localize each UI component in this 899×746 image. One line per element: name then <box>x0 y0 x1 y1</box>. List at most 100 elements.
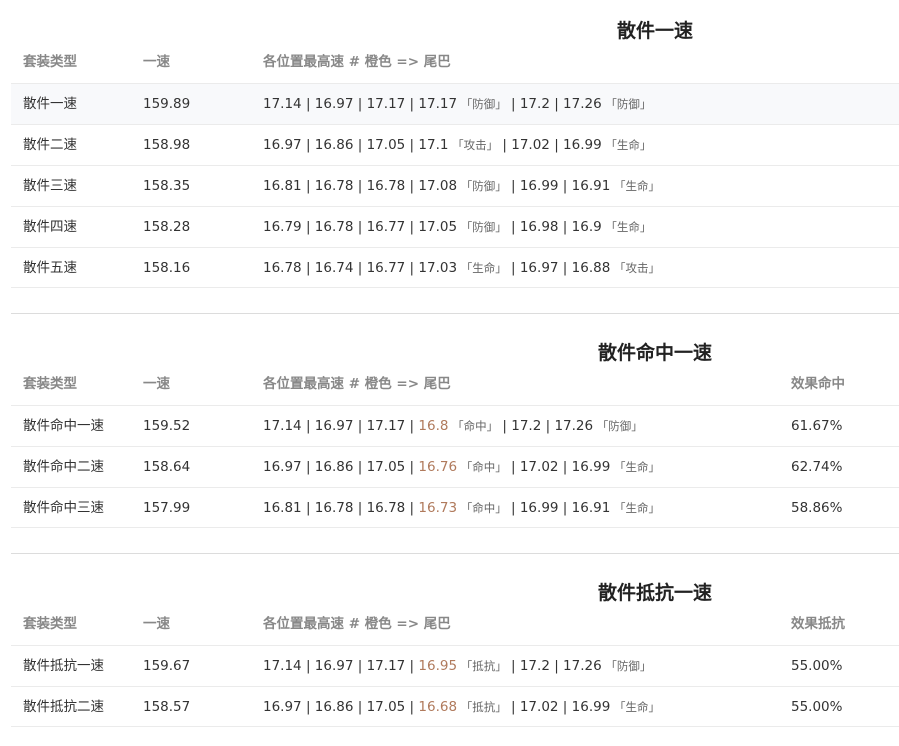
position-separator: | <box>353 500 367 516</box>
position-separator: | <box>506 658 520 674</box>
position-speed: 16.99 <box>519 178 559 194</box>
position-speed: 17.05 <box>366 699 406 715</box>
position-separator: | <box>506 219 520 235</box>
cell-type: 散件命中一速 <box>23 418 104 434</box>
position-separator: | <box>549 137 564 153</box>
cell-speed: 159.89 <box>143 96 191 112</box>
position-separator: | <box>498 418 512 434</box>
position-separator: | <box>405 96 419 112</box>
position-main-stat-tag: 「生命」 <box>457 261 507 275</box>
position-main-stat-tag: 「防御」 <box>601 659 652 673</box>
position-speed: 17.17 <box>366 96 406 112</box>
header-extra: 效果抵抗 <box>791 616 845 632</box>
position-speed: 16.97 <box>314 658 354 674</box>
position-main-stat-tag: 「抵抗」 <box>457 700 507 714</box>
header-speed: 一速 <box>143 616 170 632</box>
position-separator: | <box>506 178 520 194</box>
position-speed: 17.26 <box>563 96 602 112</box>
header-type: 套装类型 <box>23 376 77 392</box>
position-separator: | <box>301 178 315 194</box>
position-speed: 16.86 <box>314 699 354 715</box>
position-separator: | <box>353 260 367 276</box>
section-title: 散件命中一速 <box>597 342 712 364</box>
position-speed: 16.91 <box>571 500 611 516</box>
table-row: 散件一速 159.89 17.14 | 16.97 | 17.17 | 17.17 … <box>11 83 899 124</box>
position-separator: | <box>405 137 419 153</box>
cell-speed: 158.64 <box>143 459 191 475</box>
position-speed: 17.02 <box>519 459 559 475</box>
position-speed: 16.9 <box>571 219 602 235</box>
position-separator: | <box>353 137 367 153</box>
position-speed: 16.97 <box>263 137 302 153</box>
cell-type: 散件三速 <box>23 178 77 194</box>
page: 散件一速 套装类型 一速 各位置最高速 # 橙色 => 尾巴 散件一速 159.8… <box>0 0 899 746</box>
position-separator: | <box>549 96 564 112</box>
cell-speed: 159.52 <box>143 418 191 434</box>
cell-speed: 157.99 <box>143 500 191 516</box>
section-title: 散件一速 <box>616 20 693 42</box>
cell-positions: 17.14 | 16.97 | 17.17 | 16.95 「抵抗」 | 17.… <box>263 646 651 687</box>
position-speed: 17.03 <box>418 260 458 276</box>
position-separator: | <box>506 699 520 715</box>
position-separator: | <box>541 418 555 434</box>
position-separator: | <box>301 96 315 112</box>
table-header: 套装类型 一速 各位置最高速 # 橙色 => 尾巴 效果命中 <box>11 364 899 405</box>
position-speed: 16.68 <box>418 699 458 715</box>
position-speed: 16.78 <box>263 260 302 276</box>
position-separator: | <box>405 260 419 276</box>
cell-extra: 58.86% <box>791 500 843 516</box>
cell-type: 散件一速 <box>23 96 77 112</box>
position-separator: | <box>549 658 564 674</box>
position-speed: 17.14 <box>263 418 302 434</box>
position-speed: 16.8 <box>418 418 449 434</box>
position-speed: 16.91 <box>571 178 611 194</box>
position-speed: 17.2 <box>519 658 550 674</box>
cell-type: 散件四速 <box>23 219 77 235</box>
position-speed: 16.99 <box>519 500 559 516</box>
position-speed: 17.17 <box>418 96 458 112</box>
position-main-stat-tag: 「生命」 <box>610 460 660 474</box>
position-separator: | <box>301 418 315 434</box>
section-divider <box>11 313 899 314</box>
position-main-stat-tag: 「抵抗」 <box>457 659 507 673</box>
position-speed: 17.17 <box>366 418 406 434</box>
position-speed: 16.78 <box>366 178 406 194</box>
header-extra: 效果命中 <box>791 376 845 392</box>
position-main-stat-tag: 「命中」 <box>457 460 507 474</box>
position-separator: | <box>301 500 315 516</box>
position-speed: 16.78 <box>314 500 354 516</box>
header-positions: 各位置最高速 # 橙色 => 尾巴 <box>263 616 451 632</box>
cell-positions: 17.14 | 16.97 | 17.17 | 17.17 「防御」 | 17.… <box>263 84 651 125</box>
cell-type: 散件二速 <box>23 137 77 153</box>
cell-speed: 159.67 <box>143 658 191 674</box>
position-separator: | <box>301 137 315 153</box>
table-row: 散件命中二速 158.64 16.97 | 16.86 | 17.05 | 16.7… <box>11 446 899 487</box>
cell-speed: 158.16 <box>143 260 191 276</box>
position-speed: 17.2 <box>519 96 550 112</box>
position-speed: 16.99 <box>571 459 611 475</box>
position-main-stat-tag: 「防御」 <box>457 220 507 234</box>
position-speed: 17.02 <box>519 699 559 715</box>
position-main-stat-tag: 「攻击」 <box>448 138 499 152</box>
table-header: 套装类型 一速 各位置最高速 # 橙色 => 尾巴 <box>11 42 899 83</box>
position-speed: 16.95 <box>418 658 458 674</box>
position-speed: 17.17 <box>366 658 406 674</box>
table-row: 散件五速 158.16 16.78 | 16.74 | 16.77 | 17.03 … <box>11 247 899 288</box>
position-speed: 16.78 <box>314 219 354 235</box>
position-separator: | <box>506 459 520 475</box>
position-separator: | <box>301 260 315 276</box>
position-speed: 16.99 <box>571 699 611 715</box>
position-separator: | <box>506 96 520 112</box>
position-separator: | <box>498 137 512 153</box>
position-speed: 17.26 <box>554 418 594 434</box>
position-speed: 16.81 <box>263 178 302 194</box>
position-main-stat-tag: 「生命」 <box>610 700 660 714</box>
position-main-stat-tag: 「命中」 <box>457 501 507 515</box>
position-separator: | <box>353 658 367 674</box>
position-separator: | <box>301 699 315 715</box>
position-separator: | <box>405 418 419 434</box>
position-speed: 17.2 <box>511 418 542 434</box>
position-separator: | <box>558 219 572 235</box>
table-row: 散件四速 158.28 16.79 | 16.78 | 16.77 | 17.05 … <box>11 206 899 247</box>
cell-extra: 61.67% <box>791 418 843 434</box>
